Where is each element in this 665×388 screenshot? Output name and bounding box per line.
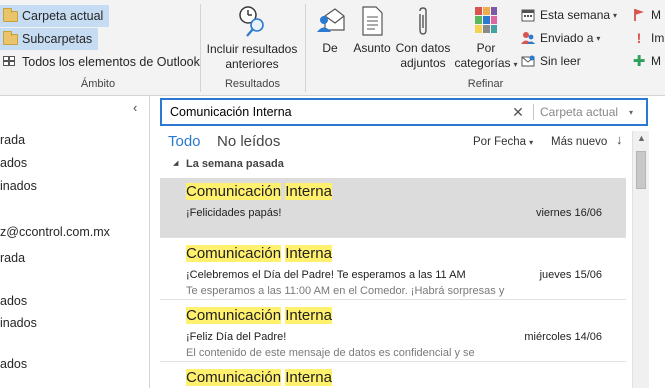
results-group-label: Resultados bbox=[224, 78, 281, 90]
filter-bar: Todo No leídos Por Fecha ▾ Más nuevo ↓ bbox=[160, 131, 630, 153]
folder-item[interactable]: rada bbox=[0, 251, 25, 265]
message-sender: Comunicación Interna bbox=[186, 183, 332, 200]
include-older-results-button[interactable]: Incluir resultados anteriores bbox=[203, 4, 301, 72]
group-header[interactable]: ◢ La semana pasada bbox=[160, 155, 630, 175]
chevron-down-icon[interactable]: ▾ bbox=[624, 108, 638, 117]
contact-envelope-icon bbox=[315, 6, 345, 36]
all-items-icon bbox=[3, 56, 18, 68]
all-outlook-items-button[interactable]: Todos los elementos de Outlook bbox=[0, 51, 206, 73]
message-item[interactable]: Comunicación Interna bbox=[160, 364, 626, 388]
chevron-down-icon: ▾ bbox=[596, 33, 601, 43]
collapse-triangle-icon: ◢ bbox=[173, 160, 179, 167]
folder-item[interactable]: inados bbox=[0, 316, 37, 330]
subject-button[interactable]: Asunto bbox=[350, 6, 394, 56]
calendar-icon bbox=[521, 8, 535, 22]
folder-item[interactable]: ados bbox=[0, 156, 27, 170]
refine-group-label: Refinar bbox=[467, 78, 504, 90]
categorized-button[interactable]: Por categorías ▾ bbox=[454, 6, 518, 72]
folder-item[interactable]: ados bbox=[0, 357, 27, 371]
clock-search-icon bbox=[237, 4, 267, 38]
has-attachments-button[interactable]: Con datos adjuntos bbox=[394, 6, 452, 71]
scroll-thumb[interactable] bbox=[636, 151, 646, 189]
message-preview: El contenido de este mensaje de datos es… bbox=[186, 347, 475, 359]
folder-icon bbox=[3, 7, 18, 22]
document-icon bbox=[360, 6, 384, 36]
attachments-line1: Con datos bbox=[395, 41, 451, 55]
scope-group-label: Ámbito bbox=[80, 78, 116, 90]
more-button[interactable]: ✚ M bbox=[632, 50, 661, 72]
this-week-button[interactable]: Esta semana ▾ bbox=[521, 4, 617, 26]
filter-all-tab[interactable]: Todo bbox=[168, 133, 201, 150]
chevron-down-icon: ▾ bbox=[613, 10, 618, 20]
message-date: miércoles 14/06 bbox=[524, 331, 602, 343]
folder-pane: ‹ rada ados inados z@ccontrol.com.mx rad… bbox=[0, 96, 150, 388]
people-icon bbox=[521, 31, 535, 45]
message-sender: Comunicación Interna bbox=[186, 369, 332, 386]
account-header[interactable]: z@ccontrol.com.mx bbox=[0, 225, 110, 239]
message-subject: ¡Celebremos el Día del Padre! Te esperam… bbox=[186, 269, 466, 281]
more-label: M bbox=[651, 54, 661, 68]
include-older-line1: Incluir resultados bbox=[206, 42, 298, 56]
sort-order-button[interactable]: Más nuevo bbox=[551, 136, 607, 148]
folder-item[interactable]: rada bbox=[0, 133, 25, 147]
subfolders-button[interactable]: Subcarpetas bbox=[0, 28, 99, 50]
sort-by-dropdown[interactable]: Por Fecha ▾ bbox=[473, 136, 533, 148]
message-item[interactable]: Comunicación Interna ¡Feliz Día del Padr… bbox=[160, 302, 626, 362]
exclamation-icon: ! bbox=[636, 30, 642, 46]
unread-button[interactable]: Sin leer bbox=[521, 50, 581, 72]
chevron-down-icon: ▾ bbox=[513, 60, 518, 69]
this-week-label: Esta semana bbox=[540, 8, 611, 22]
group-header-label: La semana pasada bbox=[186, 158, 284, 170]
important-button[interactable]: ! Imp bbox=[632, 27, 665, 49]
flagged-button[interactable]: M bbox=[632, 4, 661, 26]
message-sender: Comunicación Interna bbox=[186, 307, 332, 324]
scroll-up-icon[interactable]: ▲ bbox=[637, 133, 646, 143]
include-older-line2: anteriores bbox=[225, 57, 279, 71]
collapse-pane-icon[interactable]: ‹ bbox=[133, 100, 137, 115]
from-button[interactable]: De bbox=[311, 6, 349, 56]
paperclip-icon bbox=[416, 6, 430, 36]
sort-by-label: Por Fecha bbox=[473, 136, 527, 148]
current-folder-label: Carpeta actual bbox=[22, 9, 104, 23]
from-label: De bbox=[322, 41, 338, 55]
message-list-scrollbar[interactable]: ▲ bbox=[632, 131, 649, 388]
search-box: ✕ Carpeta actual ▾ bbox=[160, 98, 648, 126]
subject-label: Asunto bbox=[353, 41, 391, 55]
all-items-label: Todos los elementos de Outlook bbox=[22, 55, 200, 69]
plus-icon: ✚ bbox=[632, 53, 646, 70]
message-item[interactable]: Comunicación Interna ¡Felicidades papás!… bbox=[160, 178, 626, 238]
flag-icon bbox=[632, 8, 646, 22]
arrow-down-icon[interactable]: ↓ bbox=[616, 132, 623, 147]
current-folder-button[interactable]: Carpeta actual bbox=[0, 5, 110, 27]
folder-item[interactable]: ados bbox=[0, 294, 27, 308]
unread-label: Sin leer bbox=[540, 54, 581, 68]
attachments-line2: adjuntos bbox=[400, 56, 446, 70]
message-date: jueves 15/06 bbox=[539, 269, 602, 281]
sent-to-button[interactable]: Enviado a ▾ bbox=[521, 27, 600, 49]
filter-unread-tab[interactable]: No leídos bbox=[217, 133, 280, 150]
chevron-down-icon: ▾ bbox=[529, 138, 534, 147]
important-label: Imp bbox=[651, 31, 665, 45]
unread-envelope-icon bbox=[521, 54, 535, 68]
categories-line1: Por bbox=[476, 41, 496, 55]
message-sender: Comunicación Interna bbox=[186, 245, 332, 262]
search-input[interactable] bbox=[162, 101, 507, 123]
search-divider bbox=[533, 104, 534, 120]
search-scope-dropdown[interactable]: Carpeta actual bbox=[538, 105, 624, 119]
message-subject: ¡Feliz Día del Padre! bbox=[186, 331, 287, 343]
message-preview: Te esperamos a las 11:00 AM en el Comedo… bbox=[186, 285, 505, 297]
flagged-label: M bbox=[651, 8, 661, 22]
folder-icon bbox=[3, 30, 18, 45]
folder-item[interactable]: inados bbox=[0, 179, 37, 193]
close-icon[interactable]: ✕ bbox=[507, 104, 529, 121]
sent-to-label: Enviado a bbox=[540, 31, 594, 45]
message-date: viernes 16/06 bbox=[535, 207, 602, 219]
categories-icon bbox=[474, 6, 498, 36]
categories-line2: categorías bbox=[454, 56, 511, 70]
subfolders-label: Subcarpetas bbox=[22, 32, 93, 46]
message-item[interactable]: Comunicación Interna ¡Celebremos el Día … bbox=[160, 240, 626, 300]
message-subject: ¡Felicidades papás! bbox=[186, 207, 282, 219]
search-ribbon: Carpeta actual Subcarpetas Todos los ele… bbox=[0, 0, 665, 96]
